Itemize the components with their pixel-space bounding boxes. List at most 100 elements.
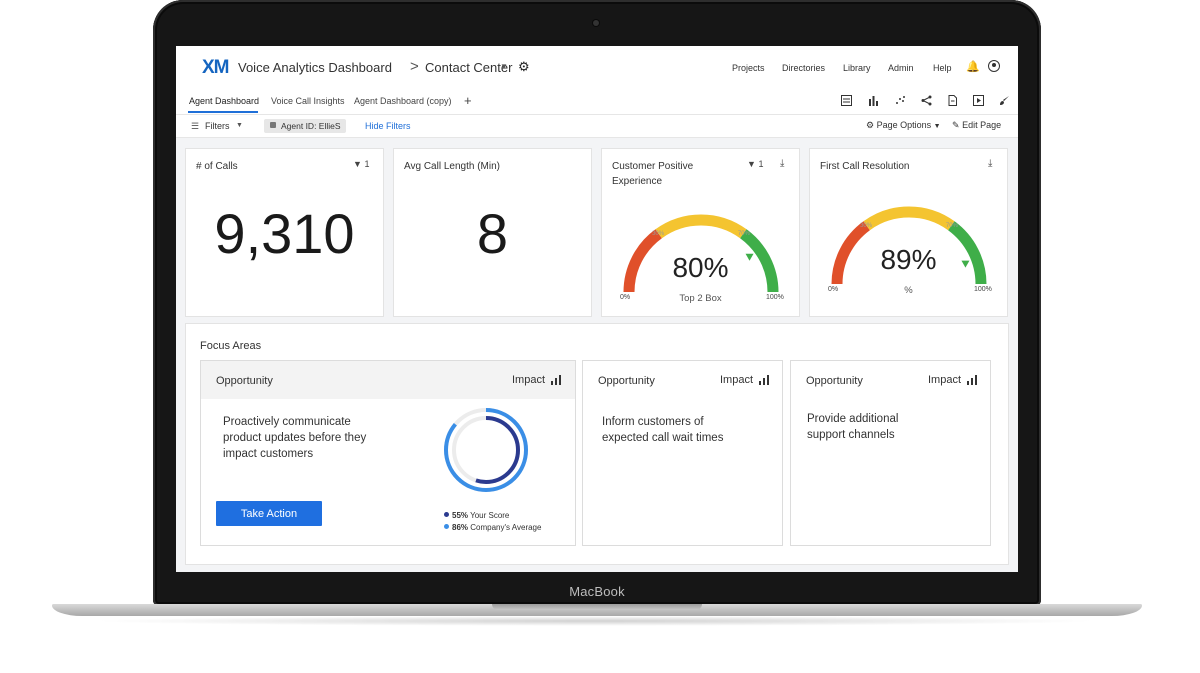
- chevron-down-icon[interactable]: ▼: [500, 62, 508, 71]
- widget-filter-indicator[interactable]: ▼ 1: [747, 159, 763, 169]
- opportunity-card-header: Opportunity Impact: [583, 361, 782, 399]
- bell-icon[interactable]: 🔔: [966, 60, 980, 73]
- share-icon[interactable]: [921, 95, 932, 106]
- legend-dot-light: [444, 524, 449, 529]
- gauge-mid-segment: [655, 214, 747, 239]
- dashboard-title[interactable]: Voice Analytics Dashboard: [238, 60, 392, 75]
- breadcrumb-separator: >: [410, 58, 419, 75]
- laptop-shadow: [90, 616, 1100, 626]
- nav-projects[interactable]: Projects: [732, 63, 765, 73]
- calls-value: 9,310: [214, 202, 355, 265]
- filter-bar: ☰ Filters ▼ Agent ID: EllieS Hide Filter…: [176, 115, 1018, 138]
- bar-chart-icon[interactable]: [868, 95, 879, 106]
- opportunity-card-1[interactable]: Opportunity Impact Proactively communica…: [200, 360, 576, 546]
- legend-dot-dark: [444, 512, 449, 517]
- impact-label: Impact: [928, 374, 962, 386]
- legend-company-average: 86% Company's Average: [444, 523, 541, 532]
- opportunity-card-header: Opportunity Impact: [791, 361, 990, 399]
- edit-page-label: Edit Page: [962, 120, 1002, 130]
- widget-calls[interactable]: # of Calls ▼ 1 9,310: [185, 148, 384, 317]
- gauge-tick-low: 30%: [860, 223, 873, 229]
- hide-filters-link[interactable]: Hide Filters: [365, 121, 411, 131]
- scatter-icon[interactable]: [895, 95, 906, 106]
- download-icon[interactable]: ⤓: [988, 158, 992, 169]
- impact-bars-icon: [759, 375, 770, 385]
- opportunity-card-header: Opportunity Impact: [201, 361, 575, 399]
- layout-icon[interactable]: [841, 95, 852, 106]
- nav-admin[interactable]: Admin: [888, 63, 914, 73]
- opportunity-card-3[interactable]: Opportunity Impact Provide additional su…: [790, 360, 991, 546]
- pencil-icon: ✎: [952, 120, 960, 130]
- gear-icon: ⚙: [866, 120, 875, 130]
- focus-areas-panel: Focus Areas Opportunity Impact Proactive…: [185, 323, 1009, 565]
- chevron-down-icon: ▼: [933, 123, 941, 130]
- gauge-max-label: 100%: [766, 294, 784, 301]
- tab-voice-call-insights[interactable]: Voice Call Insights: [271, 96, 345, 106]
- opportunity-text: Proactively communicate product updates …: [223, 416, 367, 460]
- device-brand-label: MacBook: [569, 584, 625, 599]
- cpe-value: 80%: [672, 252, 729, 283]
- filter-count: 1: [758, 159, 764, 169]
- nav-directories[interactable]: Directories: [782, 63, 825, 73]
- gauge-tick-high: 70%: [946, 223, 959, 229]
- widget-filter-indicator[interactable]: ▼ 1: [353, 159, 369, 169]
- laptop-notch: [492, 604, 702, 610]
- widget-title: First Call Resolution: [820, 161, 910, 172]
- filter-count: 1: [364, 159, 370, 169]
- impact-bars-icon: [551, 375, 562, 385]
- gauge-max-label: 100%: [974, 286, 992, 293]
- widget-avg-call-length[interactable]: Avg Call Length (Min) 8: [393, 148, 592, 317]
- take-action-button[interactable]: Take Action: [216, 501, 322, 526]
- filter-icon[interactable]: ☰: [191, 121, 199, 132]
- screen: XM Voice Analytics Dashboard > Contact C…: [176, 46, 1018, 572]
- chevron-down-icon[interactable]: ▼: [236, 122, 243, 129]
- gauge-tick-high: 70%: [738, 231, 751, 237]
- gear-icon[interactable]: ⚙: [518, 59, 530, 75]
- paint-brush-icon[interactable]: [999, 95, 1010, 106]
- widget-customer-positive-experience[interactable]: Customer Positive Experience ▼ 1 ⤓ 30% 70…: [601, 148, 800, 317]
- xm-logo[interactable]: XM: [202, 57, 229, 79]
- filters-dropdown[interactable]: Filters: [205, 121, 230, 131]
- opportunity-label: Opportunity: [216, 375, 273, 387]
- funnel-icon: ▼: [353, 159, 362, 169]
- gauge-min-label: 0%: [828, 286, 839, 293]
- edit-page-button[interactable]: ✎ Edit Page: [952, 120, 1001, 131]
- nav-library[interactable]: Library: [843, 63, 871, 73]
- opportunity-text: Inform customers of expected call wait t…: [602, 416, 724, 444]
- camera: [593, 20, 599, 26]
- gauge-mid-segment: [863, 206, 955, 231]
- nav-help[interactable]: Help: [933, 63, 952, 73]
- widget-title: Avg Call Length (Min): [404, 161, 500, 172]
- fcr-value: 89%: [880, 244, 937, 275]
- score-donut-chart: [444, 408, 528, 492]
- filter-chip-label: Agent ID: EllieS: [281, 121, 341, 131]
- present-icon[interactable]: [973, 95, 984, 106]
- funnel-icon: ▼: [747, 159, 756, 169]
- tab-bar: Agent Dashboard Voice Call Insights Agen…: [176, 88, 1018, 115]
- opportunity-card-2[interactable]: Opportunity Impact Inform customers of e…: [582, 360, 783, 546]
- impact-bars-icon: [967, 375, 978, 385]
- legend-your-score: 55% Your Score: [444, 511, 509, 520]
- active-tab-indicator: [188, 111, 258, 113]
- tab-agent-dashboard-copy[interactable]: Agent Dashboard (copy): [354, 96, 452, 106]
- opportunity-label: Opportunity: [598, 375, 655, 387]
- add-tab-button[interactable]: +: [464, 93, 472, 108]
- impact-label: Impact: [720, 374, 754, 386]
- user-avatar-icon[interactable]: [988, 60, 1000, 72]
- avg-call-length-value: 8: [476, 202, 509, 265]
- widget-first-call-resolution[interactable]: First Call Resolution ⤓ 30% 70% 89% % 0% …: [809, 148, 1008, 317]
- widget-title: Customer Positive Experience: [612, 161, 694, 187]
- opportunity-text: Provide additional support channels: [807, 413, 899, 441]
- lock-icon: [270, 122, 276, 128]
- opportunity-label: Opportunity: [806, 375, 863, 387]
- focus-areas-title: Focus Areas: [200, 340, 262, 352]
- impact-label: Impact: [512, 374, 546, 386]
- top-bar: XM Voice Analytics Dashboard > Contact C…: [176, 46, 1018, 88]
- export-icon[interactable]: [947, 95, 958, 106]
- download-icon[interactable]: ⤓: [780, 158, 784, 169]
- gauge-tick-low: 30%: [652, 231, 665, 237]
- page-options-button[interactable]: ⚙ Page Options ▼: [866, 120, 941, 131]
- filter-chip-agent-id[interactable]: Agent ID: EllieS: [264, 119, 346, 133]
- tab-agent-dashboard[interactable]: Agent Dashboard: [189, 96, 259, 106]
- widget-title: # of Calls: [196, 161, 238, 172]
